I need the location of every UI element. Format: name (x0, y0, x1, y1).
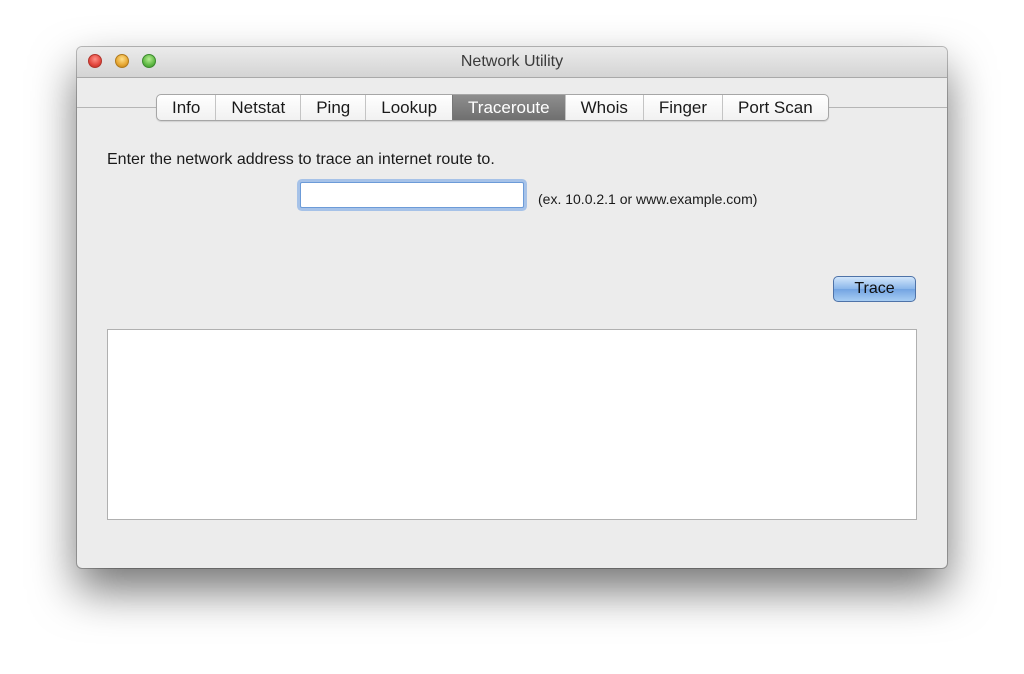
title-bar[interactable]: Network Utility (77, 47, 947, 78)
example-hint: (ex. 10.0.2.1 or www.example.com) (538, 191, 758, 207)
tab-port-scan[interactable]: Port Scan (722, 95, 828, 120)
tab-traceroute[interactable]: Traceroute (452, 95, 565, 120)
network-utility-window: Network Utility Info Netstat Ping Lookup… (77, 47, 947, 568)
tab-netstat[interactable]: Netstat (215, 95, 300, 120)
trace-button[interactable]: Trace (833, 276, 916, 302)
tab-whois[interactable]: Whois (564, 95, 643, 120)
trace-output-area[interactable] (107, 329, 917, 520)
tab-ping[interactable]: Ping (300, 95, 365, 120)
tab-lookup[interactable]: Lookup (365, 95, 452, 120)
tab-finger[interactable]: Finger (642, 95, 722, 120)
tab-info[interactable]: Info (157, 95, 215, 120)
window-title: Network Utility (460, 53, 564, 70)
tab-bar: Info Netstat Ping Lookup Traceroute Whoi… (156, 94, 829, 121)
network-address-input[interactable] (300, 182, 524, 208)
instruction-label: Enter the network address to trace an in… (107, 151, 495, 168)
